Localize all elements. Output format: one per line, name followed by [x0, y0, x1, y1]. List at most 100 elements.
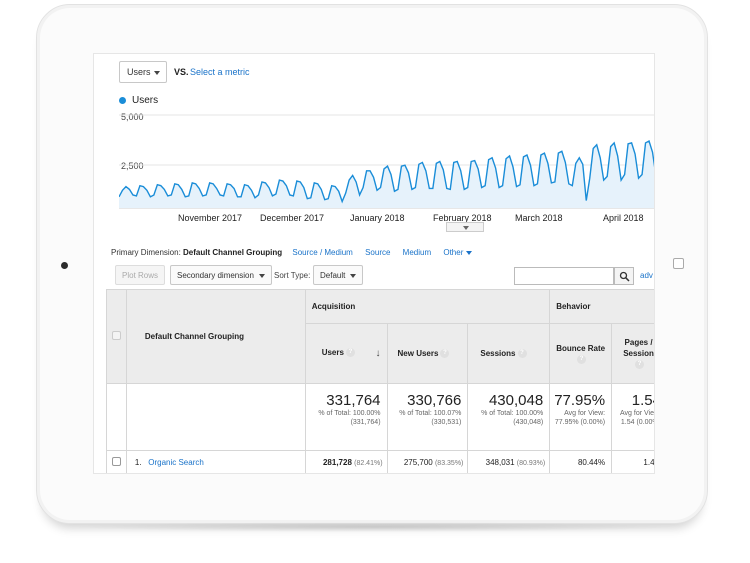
- bounce-rate-header-label: Bounce Rate: [556, 343, 606, 353]
- row-sessions-pct: (80.93%): [516, 460, 546, 467]
- help-icon: ?: [517, 349, 527, 359]
- totals-new-users-sub: % of Total: 100.07% (330,531): [399, 410, 462, 426]
- totals-pages-session-cell: 1.54Avg for View: 1.54 (0.00%): [611, 383, 654, 451]
- totals-bounce-rate-cell: 77.95% Avg for View: 77.95% (0.00%): [549, 383, 613, 451]
- row-pages-session-cell: 1.47: [611, 450, 655, 473]
- totals-sessions-sub: % of Total: 100.00% (430,048): [481, 410, 544, 426]
- pages-session-header-label: Pages / Session: [623, 338, 654, 358]
- camera-icon: [61, 262, 68, 269]
- behavior-group-header: Behavior: [549, 289, 654, 324]
- metric-select-value: Users: [127, 67, 151, 77]
- totals-users-cell: 331,764% of Total: 100.00% (331,764): [304, 383, 388, 451]
- row-checkbox-cell: [106, 450, 127, 473]
- secondary-dimension-label: Secondary dimension: [177, 271, 254, 280]
- secondary-dimension-select[interactable]: Secondary dimension: [170, 265, 272, 285]
- sort-type-select[interactable]: Default: [313, 265, 364, 285]
- row-pages-session: 1.47: [643, 458, 655, 467]
- users-line-chart[interactable]: [119, 110, 655, 210]
- acquisition-group-header: Acquisition: [304, 289, 551, 324]
- totals-users-sub: % of Total: 100.00% (331,764): [318, 410, 381, 426]
- x-tick-label: April 2018: [603, 213, 644, 223]
- table-search-input[interactable]: [514, 267, 614, 285]
- chevron-down-icon: [154, 71, 160, 75]
- totals-sessions-cell: 430,048% of Total: 100.00% (430,048): [467, 383, 551, 451]
- dimension-link-other[interactable]: Other: [443, 248, 473, 257]
- primary-dimension-bar: Primary Dimension: Default Channel Group…: [111, 248, 473, 257]
- primary-dimension-label: Primary Dimension:: [111, 248, 181, 257]
- totals-bounce-rate: 77.95%: [554, 392, 606, 409]
- row-checkbox[interactable]: [111, 457, 121, 466]
- dimension-header[interactable]: Default Channel Grouping: [125, 289, 306, 384]
- row-bounce-rate: 80.44%: [577, 458, 606, 467]
- bounce-rate-column-header[interactable]: Bounce Rate?: [549, 323, 613, 384]
- sort-type-value: Default: [320, 271, 346, 280]
- chevron-down-icon: [463, 226, 469, 230]
- dimension-link-medium[interactable]: Medium: [403, 248, 431, 257]
- x-tick-label: March 2018: [515, 213, 563, 223]
- row-bounce-rate-cell: 80.44%: [549, 450, 613, 473]
- sort-arrow-down-icon: ↓: [375, 348, 381, 359]
- help-icon: ?: [440, 349, 450, 359]
- row-new-users-cell: 275,700 (83.35%): [386, 450, 469, 473]
- chevron-down-icon: [258, 273, 265, 278]
- row-sessions: 348,031: [485, 458, 515, 467]
- totals-row: 331,764% of Total: 100.00% (331,764) 330…: [106, 383, 654, 451]
- new-users-header-label: New Users: [397, 348, 439, 358]
- totals-sessions: 430,048: [488, 392, 544, 409]
- select-all-checkbox[interactable]: [111, 331, 121, 340]
- dimension-link-source[interactable]: Source: [365, 248, 390, 257]
- x-tick-label: November 2017: [178, 213, 243, 223]
- tablet-shadow: [70, 522, 680, 532]
- x-tick-label: December 2017: [260, 213, 325, 223]
- row-users-cell: 281,728 (82.41%): [304, 450, 388, 473]
- dimension-link-other-label: Other: [443, 248, 464, 257]
- totals-pages-session: 1.54: [631, 392, 654, 409]
- totals-blank-cell: [125, 383, 306, 451]
- totals-bounce-rate-sub: Avg for View: 77.95% (0.00%): [554, 410, 606, 426]
- plot-rows-button[interactable]: Plot Rows: [115, 265, 166, 285]
- chart-collapse-toggle[interactable]: [446, 222, 484, 232]
- home-button-icon: [673, 258, 684, 269]
- sessions-column-header[interactable]: Sessions?: [467, 323, 551, 384]
- primary-dimension-current: Default Channel Grouping: [183, 248, 283, 257]
- analytics-screen: Users VS. Select a metric Users 5,000 2,…: [93, 53, 655, 474]
- totals-new-users: 330,766: [407, 392, 462, 409]
- dimension-link-source-medium[interactable]: Source / Medium: [292, 248, 352, 257]
- row-new-users-pct: (83.35%): [434, 460, 464, 467]
- legend-dot-icon: [119, 97, 126, 104]
- row-users: 281,728: [322, 458, 352, 467]
- pages-session-column-header[interactable]: Pages / Session?: [611, 323, 654, 384]
- row-sessions-cell: 348,031 (80.93%): [467, 450, 551, 473]
- x-tick-label: January 2018: [350, 213, 405, 223]
- new-users-column-header[interactable]: New Users?: [386, 323, 469, 384]
- advanced-filter-link[interactable]: adv: [640, 271, 653, 280]
- help-icon: ?: [345, 348, 355, 358]
- totals-new-users-cell: 330,766% of Total: 100.07% (330,531): [386, 383, 469, 451]
- totals-pages-session-sub: Avg for View: 1.54 (0.00%): [620, 410, 654, 426]
- row-channel-link[interactable]: Organic Search: [148, 458, 204, 467]
- help-icon: ?: [577, 354, 587, 364]
- report-table: Default Channel Grouping Acquisition Beh…: [106, 289, 655, 473]
- row-users-pct: (82.41%): [354, 460, 383, 467]
- select-metric-link[interactable]: Select a metric: [190, 67, 250, 77]
- sort-type-label: Sort Type:: [274, 271, 311, 280]
- table-header-group-row: Default Channel Grouping Acquisition Beh…: [106, 289, 654, 384]
- users-header-label: Users: [321, 348, 344, 357]
- row-dimension-cell: 1. Organic Search: [125, 450, 306, 473]
- plot-rows-label: Plot Rows: [122, 271, 159, 280]
- search-icon: [619, 271, 630, 282]
- row-index: 1.: [134, 458, 142, 467]
- vs-label: VS.: [174, 67, 189, 77]
- legend-label: Users: [132, 95, 159, 106]
- metric-select[interactable]: Users: [119, 61, 167, 83]
- table-row[interactable]: 1. Organic Search 281,728 (82.41%) 275,7…: [106, 450, 655, 473]
- sessions-header-label: Sessions: [480, 348, 516, 358]
- header-checkbox-cell: [106, 289, 127, 384]
- chevron-down-icon: [350, 273, 357, 278]
- search-button[interactable]: [614, 267, 634, 285]
- help-icon: ?: [635, 360, 645, 370]
- row-new-users: 275,700: [403, 458, 433, 467]
- users-column-header[interactable]: Users? ↓: [304, 323, 388, 384]
- totals-blank-cell: [106, 383, 127, 451]
- totals-users: 331,764: [326, 392, 381, 409]
